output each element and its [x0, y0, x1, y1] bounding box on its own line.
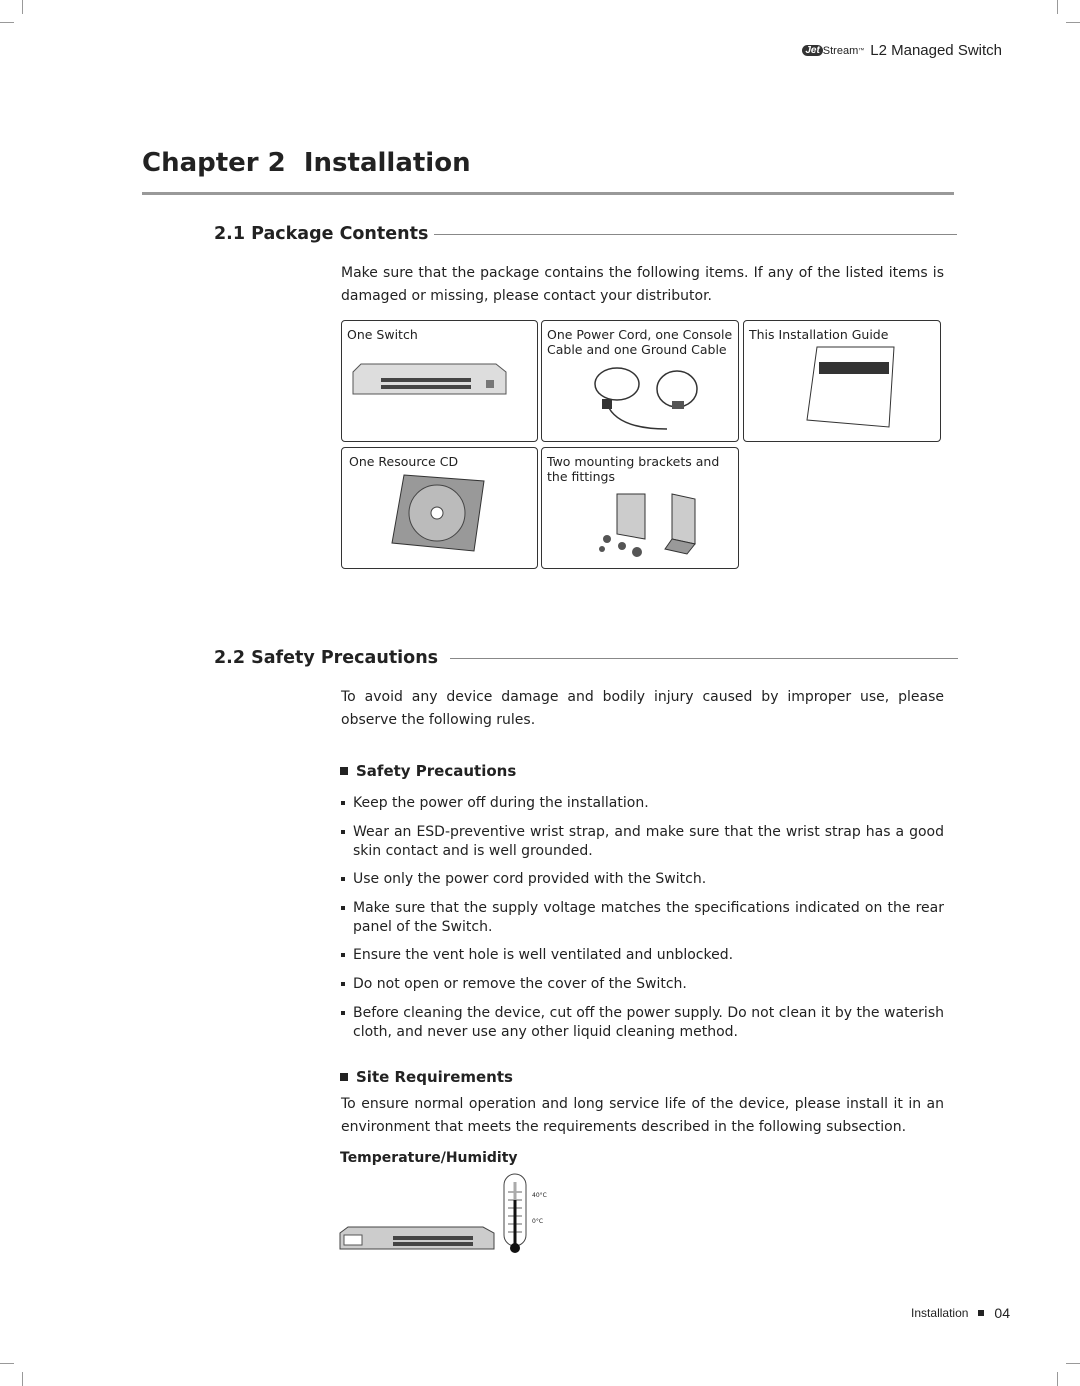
temperature-heading: Temperature/Humidity [340, 1150, 518, 1166]
item-label: One Resource CD [349, 454, 459, 469]
temperature-illustration [339, 1173, 527, 1253]
chapter-rule [142, 192, 954, 195]
list-item: Do not open or remove the cover of the S… [341, 975, 944, 994]
item-label: Two mounting brackets and the fittings [547, 454, 720, 484]
brackets-image [599, 493, 696, 557]
package-item-switch: One Switch [341, 320, 538, 442]
temp-low-label: 0°C [532, 1218, 544, 1225]
temp-high-label: 40°C [532, 1192, 547, 1199]
safety-intro: To avoid any device damage and bodily in… [341, 689, 944, 728]
package-item-brackets: Two mounting brackets and the fittings [541, 447, 739, 569]
page-number: 04 [994, 1305, 1010, 1321]
jetstream-logo: Jet Stream ™ [802, 45, 864, 57]
list-item: Before cleaning the device, cut off the … [341, 1004, 944, 1042]
subheading-site: Site Requirements [340, 1068, 513, 1086]
section-heading: 2.1 Package Contents [214, 224, 957, 244]
package-item-cd: One Resource CD [341, 447, 538, 569]
list-item: Wear an ESD-preventive wrist strap, and … [341, 823, 944, 861]
package-item-guide: This Installation Guide [743, 320, 941, 442]
list-item: Make sure that the supply voltage matche… [341, 899, 944, 937]
guide-image [806, 346, 895, 428]
list-item: Use only the power cord provided with th… [341, 870, 944, 889]
page-footer: Installation 04 [911, 1305, 1010, 1321]
square-bullet-icon [978, 1310, 985, 1316]
chapter-title: Chapter 2 Installation [142, 148, 471, 178]
subheading-safety: Safety Precautions [340, 762, 516, 780]
section-heading: 2.2 Safety Precautions [214, 648, 958, 668]
running-header: Jet Stream ™ L2 Managed Switch [802, 42, 1002, 59]
item-label: One Switch [347, 327, 418, 342]
list-item: Ensure the vent hole is well ventilated … [341, 946, 944, 965]
footer-section: Installation [911, 1306, 969, 1320]
cd-image [391, 474, 485, 552]
cables-image [594, 367, 698, 430]
item-label: One Power Cord, one Console Cable and on… [547, 327, 733, 357]
section-title: 2.1 Package Contents [214, 224, 429, 244]
item-label: This Installation Guide [749, 327, 889, 342]
section-title: 2.2 Safety Precautions [214, 648, 439, 668]
product-name: L2 Managed Switch [870, 42, 1002, 59]
package-item-cables: One Power Cord, one Console Cable and on… [541, 320, 739, 442]
switch-image [352, 363, 507, 395]
square-bullet-icon [340, 767, 348, 775]
list-item: Keep the power off during the installati… [341, 794, 944, 813]
site-text: To ensure normal operation and long serv… [341, 1096, 944, 1135]
package-intro: Make sure that the package contains the … [341, 265, 944, 304]
square-bullet-icon [340, 1073, 348, 1081]
